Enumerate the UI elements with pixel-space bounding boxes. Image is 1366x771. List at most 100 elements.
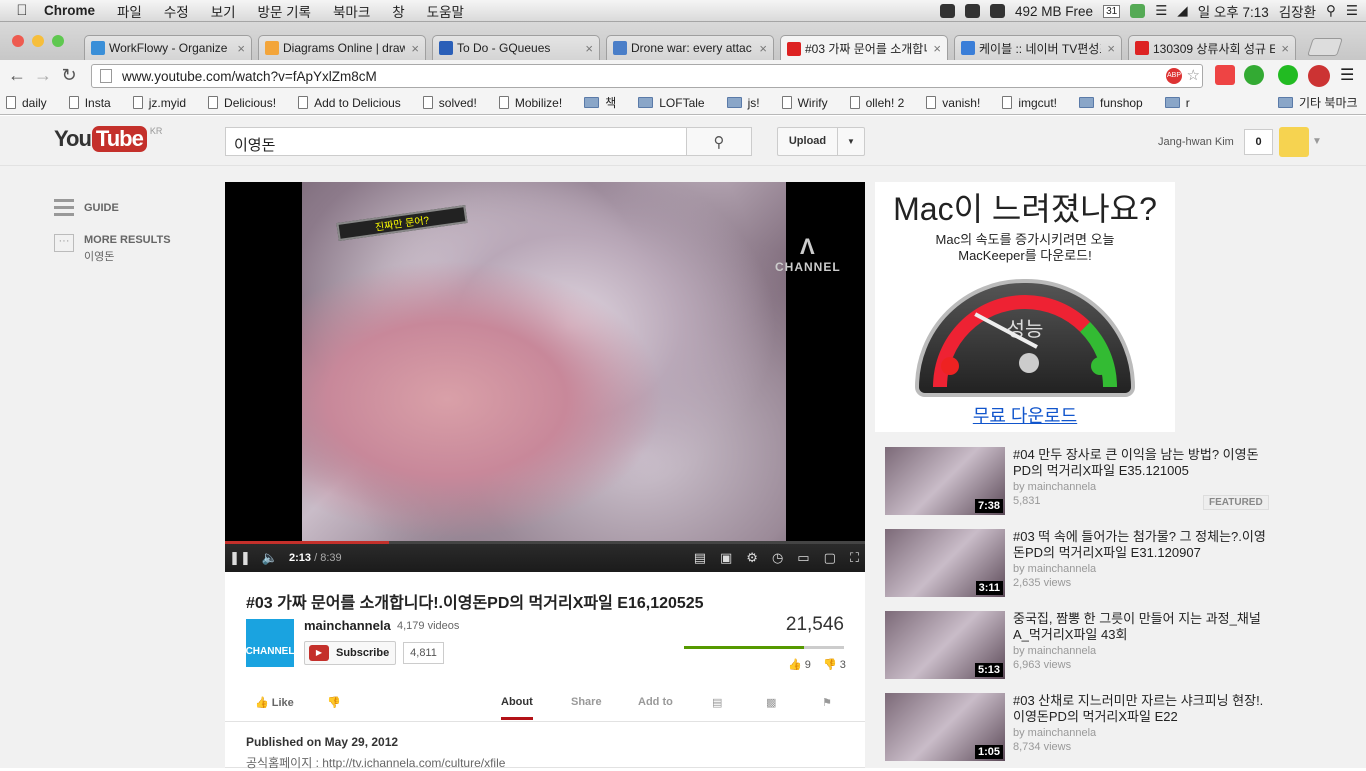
related-channel[interactable]: by mainchannela (1013, 481, 1096, 493)
bookmark-item[interactable]: r (1164, 96, 1190, 110)
extension-icon[interactable] (1278, 65, 1298, 85)
bookmark-item[interactable]: Delicious! (208, 96, 276, 110)
bookmark-item[interactable]: Insta (68, 96, 111, 110)
more-results-button[interactable]: ··· MORE RESULTS 이영돈 (54, 234, 171, 264)
zoom-window-button[interactable] (52, 35, 64, 47)
menu-bookmarks[interactable]: 북마크 (333, 1, 370, 21)
calendar-icon[interactable]: 31 (1103, 4, 1121, 18)
tab-0[interactable]: WorkFlowy - Organize × (84, 35, 252, 60)
menu-edit[interactable]: 수정 (164, 1, 189, 21)
tab-4[interactable]: #03 가짜 문어를 소개합니 × (780, 35, 948, 61)
bookmark-item[interactable]: vanish! (926, 96, 980, 110)
related-title[interactable]: #03 산채로 지느러미만 자르는 샤크피닝 현장!.이영돈PD의 먹거리X파일… (1013, 693, 1273, 725)
bookmark-item[interactable]: olleh! 2 (849, 96, 904, 110)
bookmark-item[interactable]: imgcut! (1002, 96, 1057, 110)
abp-icon[interactable]: ABP (1166, 68, 1182, 84)
tab-about[interactable]: About (501, 696, 533, 720)
mackeeper-ad[interactable]: Mac이 느려졌나요? Mac의 속도를 증가시키려면 오늘 MacKeeper를… (875, 182, 1175, 432)
status-icon[interactable] (1130, 4, 1146, 18)
chevron-down-icon[interactable]: ▼ (1312, 136, 1322, 147)
tab-share[interactable]: Share (571, 696, 602, 708)
status-icon[interactable] (990, 4, 1006, 18)
related-video[interactable]: 1:05 #03 산채로 지느러미만 자르는 샤크피닝 현장!.이영돈PD의 먹거… (885, 693, 1285, 763)
bookmark-item[interactable]: solved! (422, 96, 477, 110)
bookmark-item[interactable]: Add to Delicious (298, 96, 401, 110)
apple-icon[interactable]:  (0, 2, 44, 19)
extension-icon[interactable] (1308, 65, 1330, 87)
annotations-icon[interactable]: ▣ (720, 550, 732, 566)
large-player-icon[interactable]: ▢ (824, 550, 836, 566)
tab-3[interactable]: Drone war: every attac × (606, 35, 774, 60)
ad-download-link[interactable]: 무료 다운로드 (875, 402, 1175, 428)
bookmark-item[interactable]: Wirify (781, 96, 828, 110)
volume-icon[interactable]: 🔈 (255, 550, 285, 566)
spotlight-icon[interactable]: ⚲ (1326, 3, 1336, 19)
minimize-window-button[interactable] (32, 35, 44, 47)
related-video[interactable]: 5:13 중국집, 짬뽕 한 그릇이 만들어 지는 과정_채널A_먹거리X파일 4… (885, 611, 1285, 681)
menu-icon[interactable]: ☰ (1340, 65, 1354, 85)
volume-icon[interactable]: ◢ (1177, 3, 1187, 19)
bookmark-item[interactable]: daily (6, 96, 47, 110)
close-icon[interactable]: × (759, 41, 767, 56)
new-tab-button[interactable] (1307, 38, 1343, 56)
tab-6[interactable]: 130309 상류사회 성규 Ep × (1128, 35, 1296, 60)
video-thumbnail[interactable]: 5:13 (885, 611, 1005, 679)
status-icon[interactable] (940, 4, 956, 18)
gear-icon[interactable]: ⚙ (746, 550, 758, 566)
avatar[interactable] (1279, 127, 1309, 157)
related-title[interactable]: #03 떡 속에 들어가는 첨가물? 그 정체는?.이영돈PD의 먹거리X파일 … (1013, 529, 1273, 561)
close-icon[interactable]: × (933, 41, 941, 56)
dislike-button[interactable]: 👎 (327, 696, 341, 709)
username[interactable]: 김장환 (1279, 1, 1316, 21)
bookmark-item[interactable]: LOFTale (638, 96, 705, 110)
chevron-down-icon[interactable]: ▼ (838, 137, 864, 146)
related-channel[interactable]: by mainchannela (1013, 645, 1096, 657)
bookmark-item[interactable]: jz.myid (132, 96, 186, 110)
close-icon[interactable]: × (411, 41, 419, 56)
youtube-logo[interactable]: You Tube KR (54, 126, 162, 152)
related-title[interactable]: #04 만두 장사로 큰 이익을 남는 방법? 이영돈PD의 먹거리X파일 E3… (1013, 447, 1273, 479)
tab-2[interactable]: To Do - GQueues × (432, 35, 600, 60)
notification-count[interactable]: 0 (1244, 129, 1273, 155)
search-input[interactable]: 이영돈 (225, 127, 687, 156)
bookmark-item[interactable]: js! (726, 96, 760, 110)
close-window-button[interactable] (12, 35, 24, 47)
menu-window[interactable]: 창 (392, 1, 404, 21)
video-player[interactable]: 진짜만 문어? Λ CHANNEL ❚❚ 🔈 2:13 / 8:39 ▤ ▣ ⚙ … (225, 182, 865, 572)
menu-history[interactable]: 방문 기록 (258, 1, 311, 21)
menu-help[interactable]: 도움말 (427, 1, 464, 21)
extension-icon[interactable] (1215, 65, 1235, 85)
subscribe-button[interactable]: ▶ Subscribe (304, 641, 396, 665)
address-bar[interactable]: www.youtube.com/watch?v=fApYxlZm8cM ABP … (91, 64, 1203, 88)
close-icon[interactable]: × (585, 41, 593, 56)
memory-status[interactable]: 492 MB Free (1015, 4, 1093, 19)
upload-button[interactable]: Upload ▼ (777, 127, 865, 156)
bookmark-star-icon[interactable]: ☆ (1187, 66, 1200, 84)
notification-center-icon[interactable]: ☰ (1346, 3, 1358, 19)
fullscreen-icon[interactable]: ⛶ (850, 550, 859, 566)
bookmark-item[interactable]: funshop (1079, 96, 1143, 110)
related-video[interactable]: 3:11 #03 떡 속에 들어가는 첨가물? 그 정체는?.이영돈PD의 먹거리… (885, 529, 1285, 599)
tab-add-to[interactable]: Add to (638, 696, 673, 708)
transcript-icon[interactable]: ▤ (712, 696, 722, 709)
wifi-icon[interactable]: ☰ (1155, 3, 1167, 19)
search-button[interactable]: ⚲ (686, 127, 752, 156)
menu-app-name[interactable]: Chrome (44, 3, 95, 18)
channel-name[interactable]: mainchannela (304, 618, 391, 633)
menu-file[interactable]: 파일 (117, 1, 142, 21)
status-icon[interactable] (965, 4, 981, 18)
captions-icon[interactable]: ▤ (694, 550, 706, 566)
close-icon[interactable]: × (237, 41, 245, 56)
like-button[interactable]: 👍 Like (255, 696, 294, 709)
related-title[interactable]: 중국집, 짬뽕 한 그릇이 만들어 지는 과정_채널A_먹거리X파일 43회 (1013, 611, 1273, 643)
pause-icon[interactable]: ❚❚ (225, 550, 255, 566)
forward-icon[interactable]: → (30, 65, 56, 86)
small-player-icon[interactable]: ▭ (797, 550, 809, 566)
extension-icon[interactable] (1244, 65, 1264, 85)
guide-button[interactable]: GUIDE (54, 199, 119, 217)
bookmark-item[interactable]: 책 (584, 94, 616, 111)
close-icon[interactable]: × (1107, 41, 1115, 56)
watch-later-icon[interactable]: ◷ (772, 550, 783, 566)
bookmark-item[interactable]: 기타 북마크 (1278, 94, 1358, 111)
related-channel[interactable]: by mainchannela (1013, 563, 1096, 575)
